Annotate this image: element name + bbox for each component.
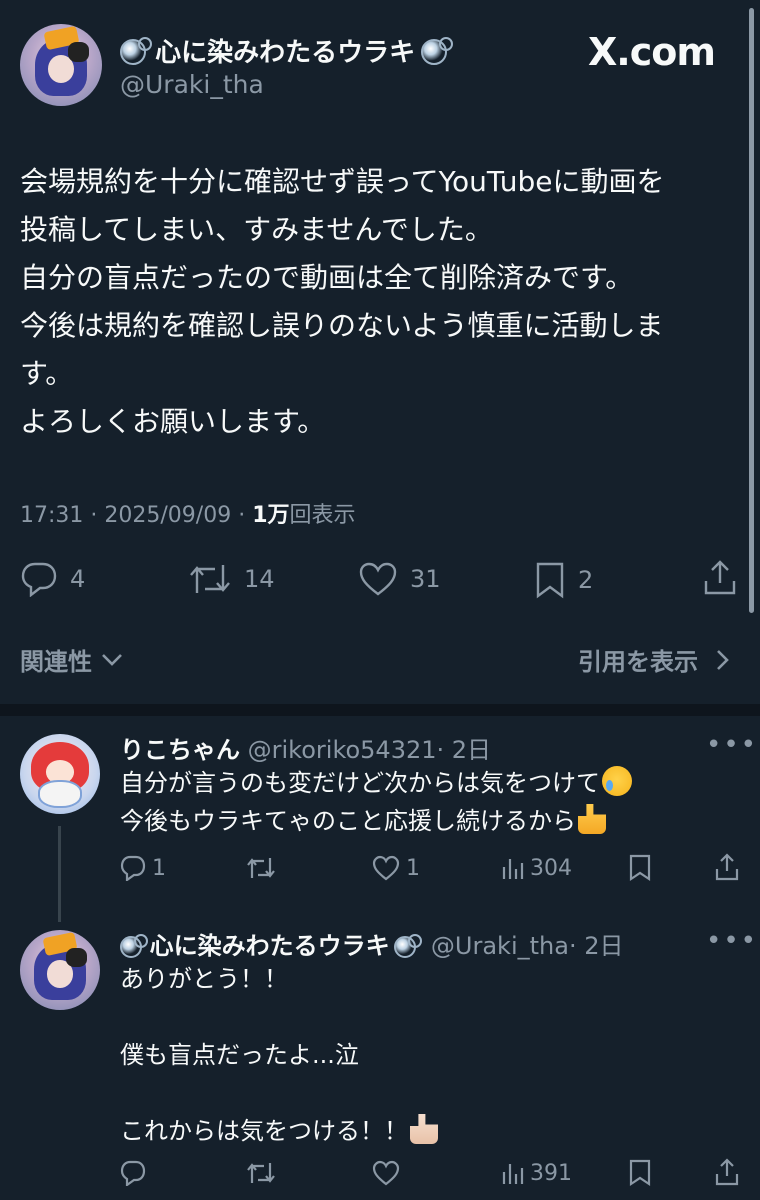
retweet-count: 14 (244, 565, 275, 593)
like-count: 31 (410, 565, 441, 593)
heart-icon (359, 562, 397, 596)
tweet-text-line: 会場規約を十分に確認せず誤ってYouTubeに動画を (20, 165, 665, 198)
retweet-icon (247, 1163, 275, 1183)
bookmark-icon (629, 854, 651, 882)
bubbles-emoji-icon (421, 37, 454, 65)
bar-chart-icon (502, 1164, 524, 1184)
like-button[interactable]: 31 (358, 561, 441, 597)
reply-handle[interactable]: @rikoriko54321 (248, 736, 437, 764)
share-icon (715, 1158, 739, 1186)
sort-relevance-dropdown[interactable]: 関連性 (20, 642, 124, 677)
share-icon (715, 853, 739, 881)
share-icon (704, 560, 736, 595)
share-button[interactable] (714, 1158, 740, 1186)
tweet-text: 会場規約を十分に確認せず誤ってYouTubeに動画を 投稿してしまい、すみません… (20, 158, 735, 446)
author-display-name[interactable]: 心に染みわたるウラキ (120, 32, 454, 69)
x-com-logo: X.com (588, 30, 716, 74)
reply-button[interactable] (120, 1160, 146, 1186)
bookmark-icon (536, 562, 564, 599)
bar-chart-icon (502, 859, 524, 879)
tweet-date[interactable]: 2025/09/09 (104, 503, 231, 528)
reply-text: 自分が言うのも変だけど次からは気をつけて 今後もウラキてゃのこと応援し続けるから (120, 764, 632, 840)
reply-button[interactable]: 1 (120, 855, 166, 881)
bookmark-button[interactable]: 2 (534, 561, 593, 599)
like-button[interactable] (372, 1160, 400, 1186)
bubbles-emoji-icon (393, 934, 422, 958)
thumbs-up-emoji-icon (578, 804, 606, 834)
reply-icon (21, 562, 57, 597)
more-options-icon[interactable]: ••• (706, 730, 758, 760)
author-handle[interactable]: @Uraki_tha (120, 70, 264, 99)
tweet-action-bar: 4 14 31 2 (0, 555, 760, 603)
thumbs-up-emoji-icon (410, 1114, 438, 1144)
views-count: 1万 (252, 503, 290, 528)
reply-handle[interactable]: @Uraki_tha (431, 932, 569, 960)
reply-age: · 2日 (568, 932, 624, 960)
retweet-button[interactable]: 14 (188, 561, 275, 597)
tweet-text-line: 投稿してしまい、すみませんでした。 (20, 213, 493, 246)
author-avatar[interactable] (20, 24, 102, 106)
reply-button[interactable]: 4 (20, 561, 85, 597)
bubbles-emoji-icon (120, 934, 148, 958)
scrollbar[interactable] (749, 8, 754, 613)
share-button[interactable] (714, 853, 740, 881)
views-label: 回表示 (289, 503, 356, 528)
chevron-right-icon (717, 650, 730, 670)
tweet-text-line: 自分の盲点だったので動画は全て削除済みです。 (20, 261, 634, 294)
reply-avatar[interactable] (20, 930, 100, 1010)
reply-display-name[interactable]: りこちゃん (120, 736, 240, 764)
tweet-text-line: 今後は規約を確認し誤りのないよう慎重に活動しま (20, 309, 664, 342)
heart-icon (372, 1160, 400, 1186)
bookmark-button[interactable] (628, 1159, 652, 1187)
retweet-icon (247, 858, 275, 878)
reply-header: りこちゃん @rikoriko54321· 2日 (120, 730, 491, 765)
reply-icon (120, 855, 146, 881)
heart-icon (372, 855, 400, 881)
reply-icon (120, 1160, 146, 1186)
bubbles-emoji-icon (120, 37, 152, 65)
view-quotes-link[interactable]: 引用を表示 (578, 642, 732, 677)
tweet-text-line: す。 (20, 357, 74, 390)
tweet-time[interactable]: 17:31 (20, 503, 83, 528)
tweet-text-line: よろしくお願いします。 (20, 405, 326, 438)
thread-line (58, 826, 61, 922)
views-button[interactable]: 304 (500, 855, 572, 881)
crying-face-emoji-icon (602, 766, 632, 796)
reply-avatar[interactable] (20, 734, 100, 814)
share-button[interactable] (702, 559, 738, 597)
retweet-icon (190, 565, 230, 593)
chevron-down-icon (102, 654, 123, 666)
reply-age: · 2日 (436, 736, 492, 764)
views-button[interactable]: 391 (500, 1160, 572, 1186)
reply-text: ありがとう！！ 僕も盲点だったよ...泣 これからは気をつける！！ (120, 960, 438, 1150)
bookmark-icon (629, 1159, 651, 1187)
bookmark-count: 2 (578, 566, 594, 594)
bookmark-button[interactable] (628, 854, 652, 882)
reply-display-name[interactable]: 心に染みわたるウラキ (150, 932, 390, 960)
retweet-button[interactable] (246, 855, 276, 881)
reply-count: 4 (70, 565, 86, 593)
reply-header: 心に染みわたるウラキ @Uraki_tha· 2日 (120, 926, 623, 961)
like-button[interactable]: 1 (372, 855, 420, 881)
retweet-button[interactable] (246, 1160, 276, 1186)
section-divider (0, 704, 760, 716)
tweet-metadata: 17:31 · 2025/09/09 · 1万回表示 (20, 503, 356, 528)
more-options-icon[interactable]: ••• (706, 926, 758, 956)
